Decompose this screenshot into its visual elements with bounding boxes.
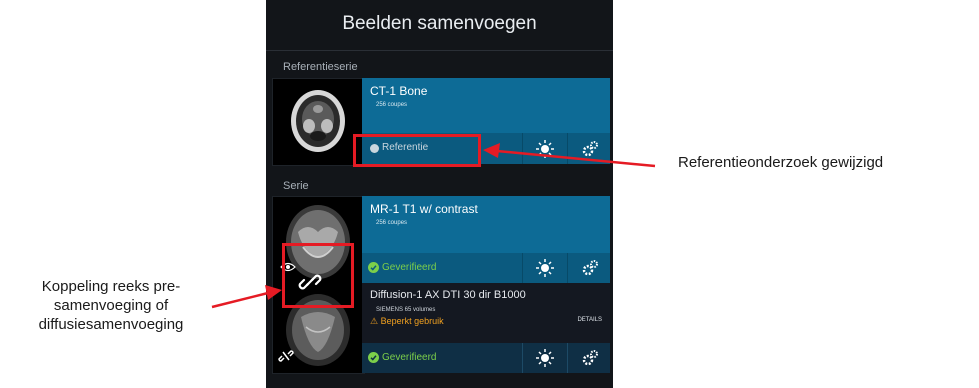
link-arrow-line [211, 291, 269, 309]
unlink-icon[interactable] [278, 348, 294, 364]
mr-series-card[interactable]: MR-1 T1 w/ contrast 256 coupes [362, 196, 610, 253]
mr-status-label: Geverifieerd [382, 262, 437, 273]
link-callout-line: Koppeling reeks pre- [41, 278, 181, 295]
divider [567, 133, 568, 164]
mr-series-name: MR-1 T1 w/ contrast [370, 202, 478, 216]
ct-thumbnail[interactable] [272, 78, 365, 166]
link-callout-line: diffusiesamenvoeging [38, 316, 184, 333]
limited-use-label: Beperkt gebruik [380, 316, 444, 326]
diffusion-status-label: Geverifieerd [382, 352, 437, 363]
details-link[interactable]: DETAILS [577, 317, 602, 323]
mr-status-bar: Geverifieerd [362, 253, 610, 283]
panel-title: Beelden samenvoegen [266, 0, 613, 51]
divider [522, 253, 523, 283]
mr-series-count: 256 coupes [376, 220, 408, 226]
brightness-icon[interactable] [535, 139, 555, 159]
divider [567, 253, 568, 283]
diffusion-series-count: SIEMENS 65 volumes [376, 307, 436, 313]
series-label: Serie [283, 180, 309, 192]
diffusion-status-bar: Geverifieerd [362, 343, 610, 373]
image-fusion-panel: Beelden samenvoegen Referentieserie CT-1… [266, 0, 613, 388]
link-callout: Koppeling reeks pre- samenvoeging of dif… [5, 277, 217, 334]
diffusion-series-card[interactable]: Diffusion-1 AX DTI 30 dir B1000 SIEMENS … [362, 283, 610, 343]
divider [522, 343, 523, 373]
ct-skull-image [273, 79, 364, 165]
gears-icon[interactable] [580, 258, 600, 278]
gears-icon[interactable] [580, 348, 600, 368]
link-highlight-box [282, 243, 354, 308]
brightness-icon[interactable] [535, 258, 555, 278]
brightness-icon[interactable] [535, 348, 555, 368]
divider [522, 133, 523, 164]
limited-use-warning: ⚠ Beperkt gebruik [370, 316, 444, 327]
gears-icon[interactable] [580, 139, 600, 159]
warning-triangle-icon: ⚠ [370, 316, 379, 326]
diffusion-series-name: Diffusion-1 AX DTI 30 dir B1000 [370, 289, 526, 301]
link-callout-line: samenvoeging of [53, 297, 169, 314]
divider [567, 343, 568, 373]
reference-highlight-box [353, 134, 481, 167]
reference-series-name: CT-1 Bone [370, 84, 428, 98]
reference-series-label: Referentieserie [283, 61, 358, 73]
reference-series-count: 256 coupes [376, 102, 408, 108]
reference-series-card[interactable]: CT-1 Bone 256 coupes [362, 78, 610, 133]
reference-changed-callout: Referentieonderzoek gewijzigd [678, 154, 884, 171]
check-circle-icon [368, 262, 379, 273]
check-circle-icon [368, 352, 379, 363]
